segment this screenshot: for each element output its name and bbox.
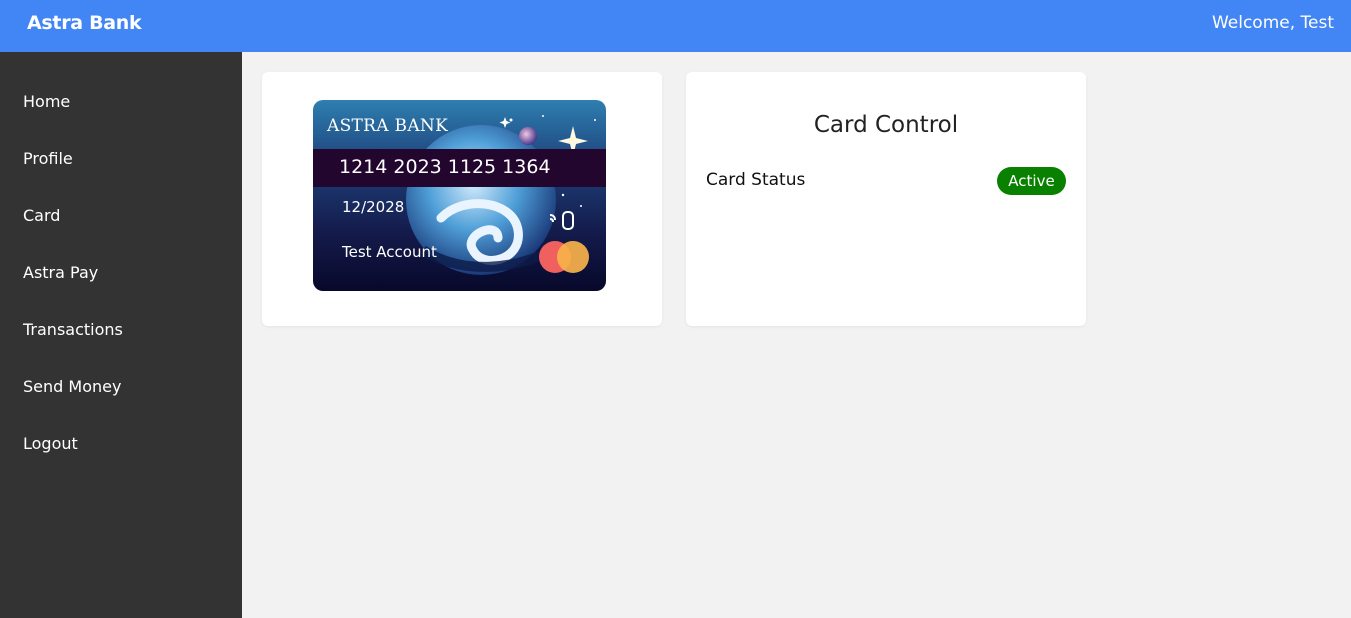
mastercard-logo-icon [539,241,589,273]
contactless-icon [549,211,574,230]
sidebar-item-send-money[interactable]: Send Money [23,377,121,396]
sidebar: Home Profile Card Astra Pay Transactions… [0,52,242,618]
bank-card: ASTRA BANK 1214 2023 1125 1364 12/2028 T… [313,100,606,291]
sidebar-item-logout[interactable]: Logout [23,434,78,453]
card-number: 1214 2023 1125 1364 [339,156,551,178]
card-control-title: Card Control [813,112,959,138]
card-number-band: 1214 2023 1125 1364 [313,149,606,187]
card-panel: ASTRA BANK 1214 2023 1125 1364 12/2028 T… [262,72,662,326]
top-bar: Astra Bank Welcome, Test [0,0,1351,52]
status-badge[interactable]: Active [997,167,1066,195]
sidebar-item-transactions[interactable]: Transactions [23,320,123,339]
card-bank-name: ASTRA BANK [327,116,449,136]
card-status-label: Card Status [706,170,806,190]
sidebar-item-card[interactable]: Card [23,206,60,225]
card-holder-name: Test Account [342,243,437,261]
sidebar-item-profile[interactable]: Profile [23,149,73,168]
brand-name[interactable]: Astra Bank [27,12,142,34]
welcome-text: Welcome, Test [1211,13,1334,33]
sidebar-item-home[interactable]: Home [23,92,70,111]
sidebar-item-astra-pay[interactable]: Astra Pay [23,263,98,282]
card-expiry: 12/2028 [342,198,405,216]
card-control-panel: Card Control Card Status Active [686,72,1086,326]
